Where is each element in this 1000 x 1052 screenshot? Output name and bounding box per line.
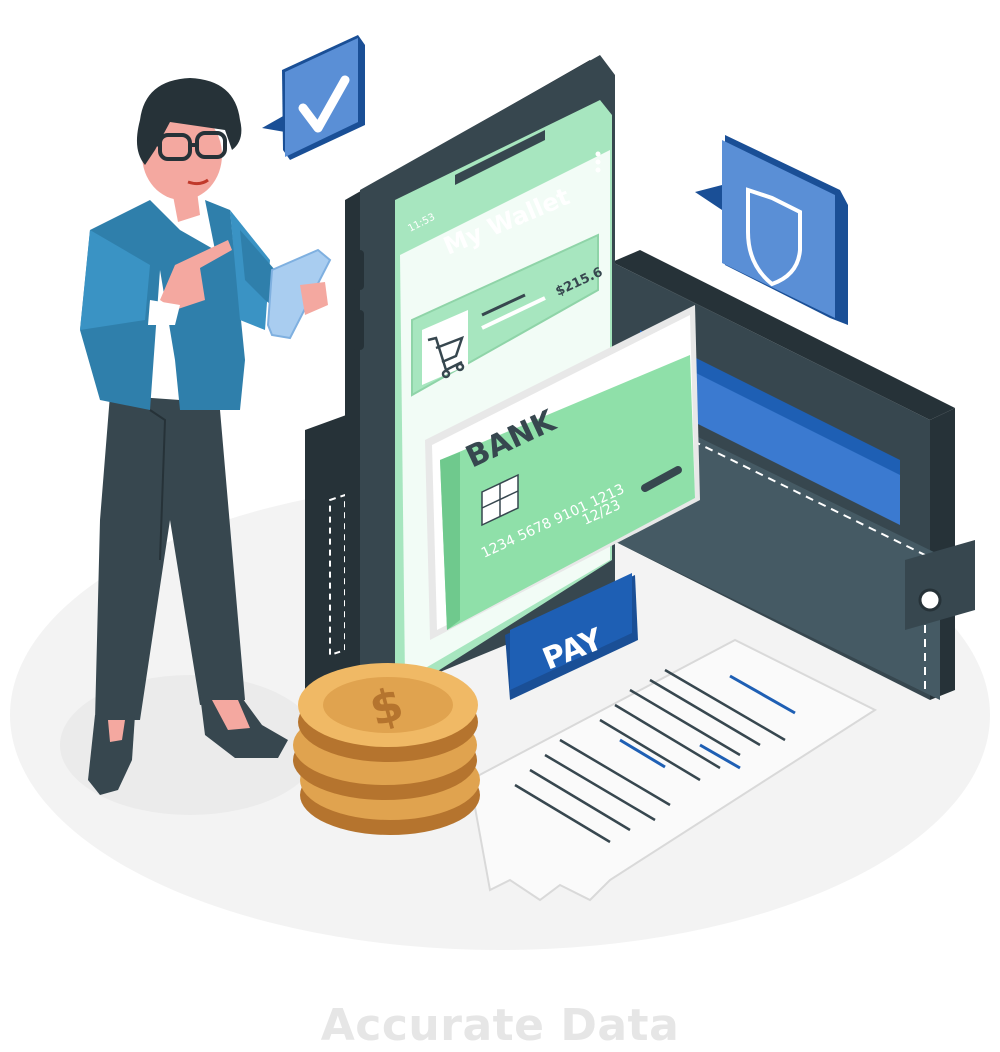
wallet-button [918,588,942,612]
coin-stack: $ [293,663,480,835]
illustration: 11:53 My Wallet $215.6 BANK 1234 5678 91… [10,35,990,950]
caption: Accurate Data [320,1000,680,1051]
check-bubble-icon [262,35,365,160]
